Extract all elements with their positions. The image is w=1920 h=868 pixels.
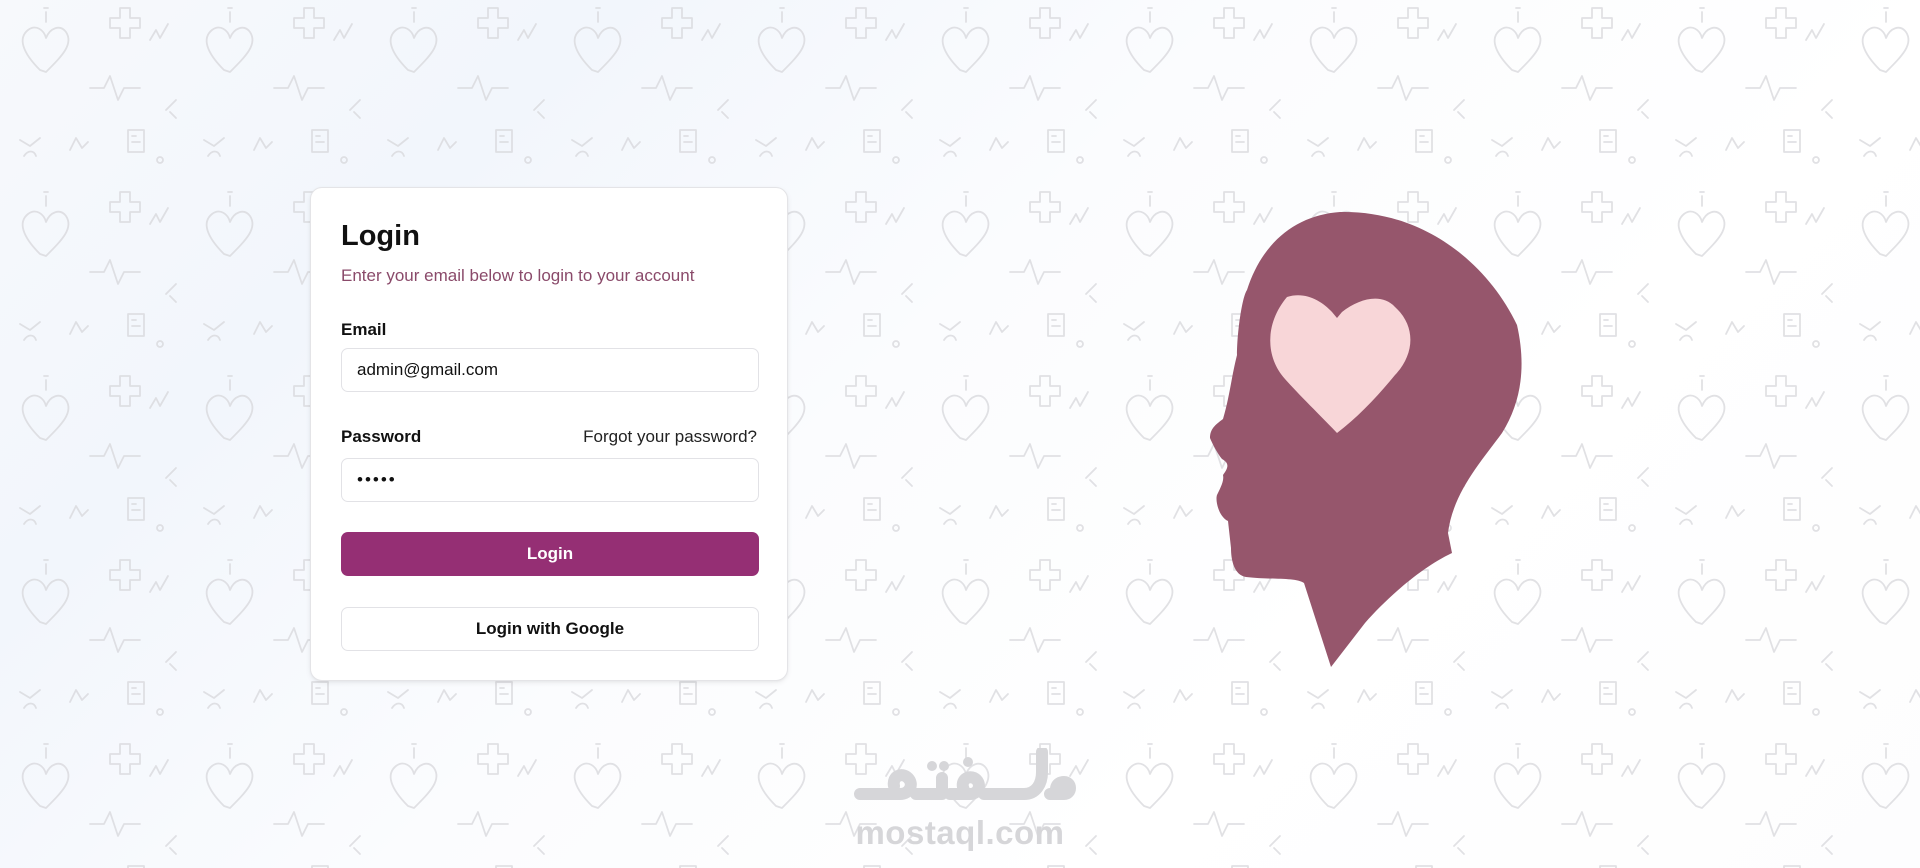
background-medical-pattern — [0, 0, 1920, 868]
email-label: Email — [341, 320, 387, 339]
head-heart-icon — [1210, 211, 1522, 667]
head-silhouette — [1210, 211, 1522, 667]
mostaql-watermark: mostaql.com — [840, 746, 1080, 851]
login-button[interactable]: Login — [341, 532, 759, 576]
login-card: Login Enter your email below to login to… — [310, 187, 788, 681]
login-subtitle: Enter your email below to login to your … — [341, 266, 695, 285]
password-label: Password — [341, 427, 422, 446]
login-with-google-button[interactable]: Login with Google — [341, 607, 759, 651]
watermark-url: mostaql.com — [855, 814, 1065, 851]
mostaql-logo — [854, 746, 1076, 800]
login-title: Login — [341, 220, 420, 252]
password-field[interactable] — [341, 458, 759, 502]
email-field[interactable] — [341, 348, 759, 392]
forgot-password-link[interactable]: Forgot your password? — [583, 428, 757, 445]
